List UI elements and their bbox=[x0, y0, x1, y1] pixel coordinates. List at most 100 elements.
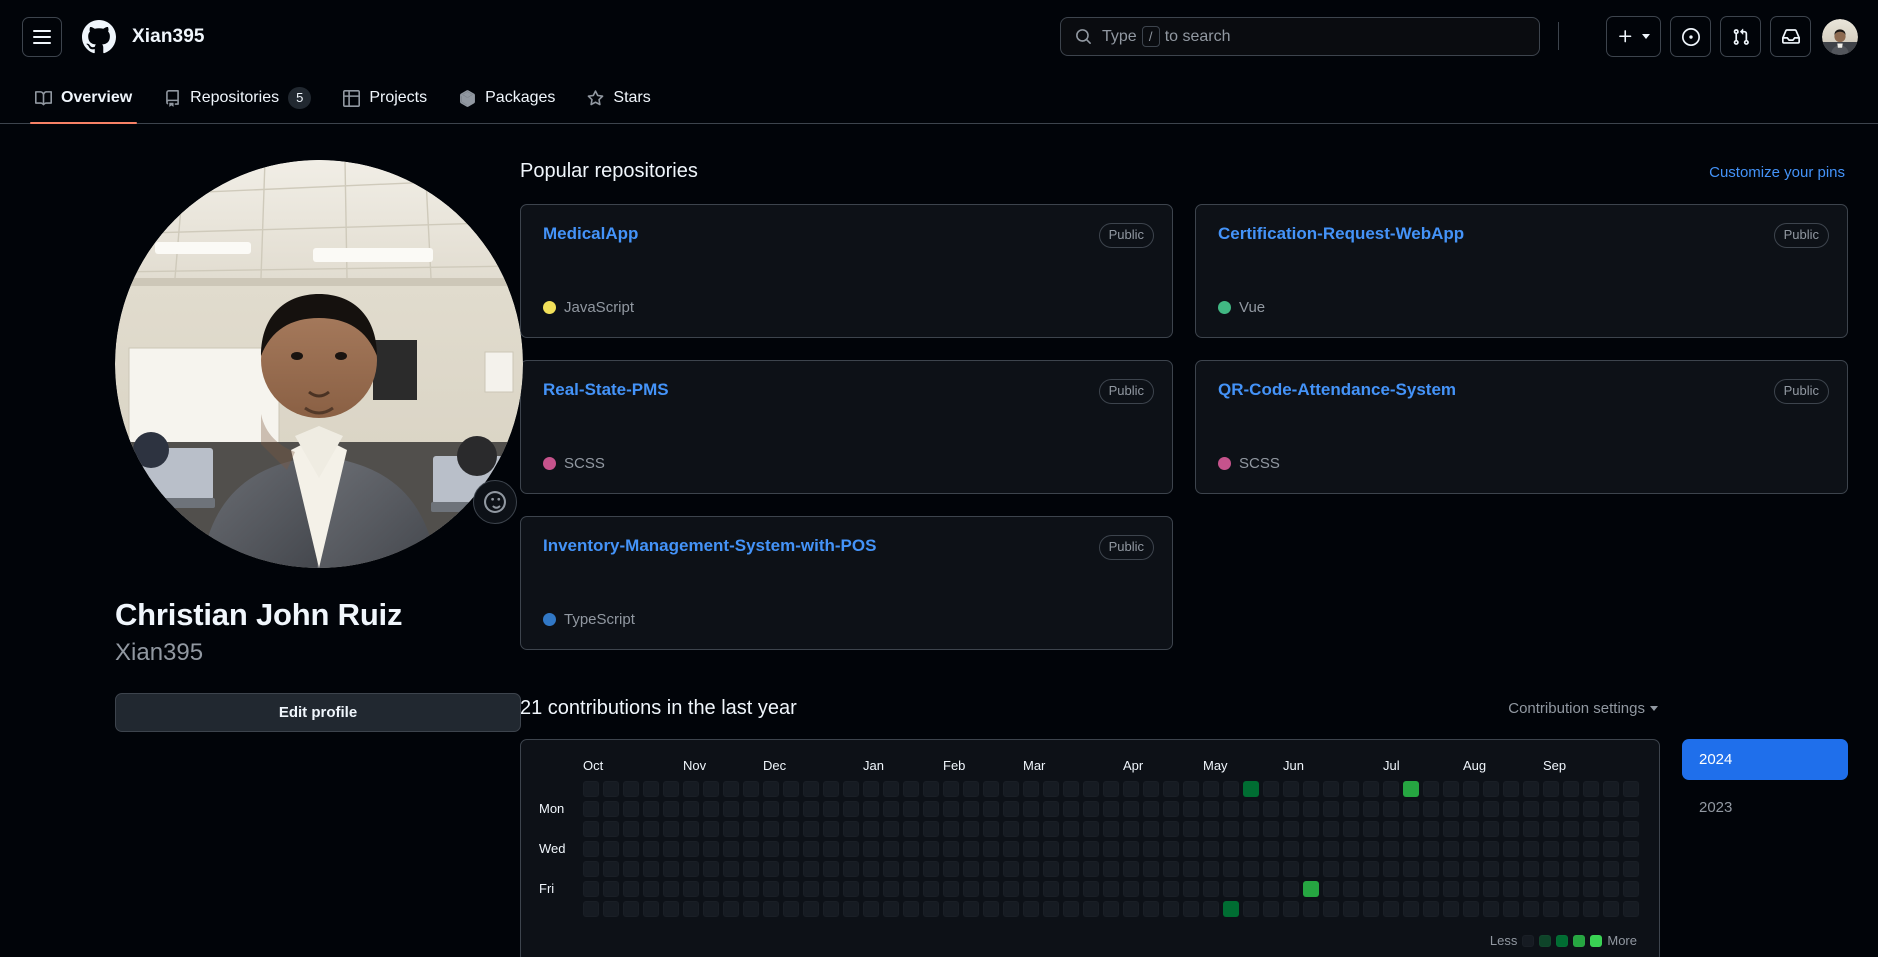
calendar-day-cell[interactable] bbox=[1243, 821, 1259, 837]
calendar-day-cell[interactable] bbox=[763, 821, 779, 837]
calendar-day-cell[interactable] bbox=[1283, 861, 1299, 877]
calendar-day-cell[interactable] bbox=[1183, 841, 1199, 857]
calendar-day-cell[interactable] bbox=[1463, 901, 1479, 917]
calendar-day-cell[interactable] bbox=[963, 801, 979, 817]
repo-name-link[interactable]: MedicalApp bbox=[543, 223, 638, 245]
calendar-day-cell[interactable] bbox=[843, 861, 859, 877]
calendar-day-cell[interactable] bbox=[743, 901, 759, 917]
calendar-day-cell[interactable] bbox=[1283, 801, 1299, 817]
calendar-day-cell[interactable] bbox=[603, 821, 619, 837]
calendar-day-cell[interactable] bbox=[723, 861, 739, 877]
calendar-day-cell[interactable] bbox=[1283, 881, 1299, 897]
calendar-day-cell[interactable] bbox=[1523, 781, 1539, 797]
calendar-day-cell[interactable] bbox=[1063, 781, 1079, 797]
calendar-day-cell[interactable] bbox=[1603, 841, 1619, 857]
calendar-day-cell[interactable] bbox=[1383, 801, 1399, 817]
calendar-day-cell[interactable] bbox=[1063, 821, 1079, 837]
calendar-day-cell[interactable] bbox=[1103, 781, 1119, 797]
calendar-day-cell[interactable] bbox=[1363, 801, 1379, 817]
calendar-day-cell[interactable] bbox=[643, 861, 659, 877]
calendar-day-cell[interactable] bbox=[1083, 821, 1099, 837]
issues-button[interactable] bbox=[1670, 16, 1711, 57]
calendar-day-cell[interactable] bbox=[1503, 841, 1519, 857]
calendar-day-cell[interactable] bbox=[683, 781, 699, 797]
calendar-day-cell[interactable] bbox=[1503, 901, 1519, 917]
calendar-day-cell[interactable] bbox=[1543, 861, 1559, 877]
calendar-day-cell[interactable] bbox=[1043, 841, 1059, 857]
calendar-day-cell[interactable] bbox=[983, 781, 999, 797]
calendar-day-cell[interactable] bbox=[883, 841, 899, 857]
calendar-day-cell[interactable] bbox=[1623, 781, 1639, 797]
calendar-day-cell[interactable] bbox=[1183, 881, 1199, 897]
calendar-day-cell[interactable] bbox=[1603, 901, 1619, 917]
calendar-day-cell[interactable] bbox=[623, 861, 639, 877]
year-item-2024[interactable]: 2024 bbox=[1682, 739, 1848, 780]
calendar-day-cell[interactable] bbox=[683, 821, 699, 837]
calendar-day-cell[interactable] bbox=[1203, 841, 1219, 857]
calendar-day-cell[interactable] bbox=[1423, 821, 1439, 837]
calendar-day-cell[interactable] bbox=[583, 901, 599, 917]
calendar-day-cell[interactable] bbox=[1563, 801, 1579, 817]
calendar-day-cell[interactable] bbox=[983, 881, 999, 897]
calendar-day-cell[interactable] bbox=[1043, 901, 1059, 917]
calendar-day-cell[interactable] bbox=[1623, 861, 1639, 877]
calendar-day-cell[interactable] bbox=[1403, 901, 1419, 917]
calendar-day-cell[interactable] bbox=[1063, 901, 1079, 917]
tab-projects[interactable]: Projects bbox=[330, 73, 440, 123]
calendar-day-cell[interactable] bbox=[803, 821, 819, 837]
calendar-day-cell[interactable] bbox=[1003, 781, 1019, 797]
calendar-day-cell[interactable] bbox=[723, 821, 739, 837]
calendar-day-cell[interactable] bbox=[883, 801, 899, 817]
calendar-day-cell[interactable] bbox=[1003, 861, 1019, 877]
calendar-day-cell[interactable] bbox=[963, 861, 979, 877]
calendar-day-cell[interactable] bbox=[703, 861, 719, 877]
calendar-day-cell[interactable] bbox=[863, 881, 879, 897]
calendar-day-cell[interactable] bbox=[1263, 881, 1279, 897]
calendar-day-cell[interactable] bbox=[1243, 861, 1259, 877]
calendar-day-cell[interactable] bbox=[723, 801, 739, 817]
calendar-day-cell[interactable] bbox=[623, 821, 639, 837]
calendar-day-cell[interactable] bbox=[623, 901, 639, 917]
calendar-day-cell[interactable] bbox=[1583, 901, 1599, 917]
calendar-day-cell[interactable] bbox=[643, 881, 659, 897]
calendar-day-cell[interactable] bbox=[763, 881, 779, 897]
calendar-day-cell[interactable] bbox=[1163, 781, 1179, 797]
calendar-day-cell[interactable] bbox=[1363, 781, 1379, 797]
calendar-day-cell[interactable] bbox=[1263, 841, 1279, 857]
calendar-day-cell[interactable] bbox=[983, 841, 999, 857]
calendar-day-cell[interactable] bbox=[1443, 801, 1459, 817]
avatar[interactable] bbox=[1822, 18, 1858, 55]
calendar-day-cell[interactable] bbox=[823, 881, 839, 897]
calendar-day-cell[interactable] bbox=[1443, 881, 1459, 897]
calendar-day-cell[interactable] bbox=[1143, 821, 1159, 837]
calendar-day-cell[interactable] bbox=[1563, 781, 1579, 797]
calendar-day-cell[interactable] bbox=[1583, 781, 1599, 797]
calendar-day-cell[interactable] bbox=[823, 821, 839, 837]
calendar-day-cell[interactable] bbox=[1463, 821, 1479, 837]
calendar-day-cell[interactable] bbox=[803, 901, 819, 917]
calendar-day-cell[interactable] bbox=[1623, 841, 1639, 857]
calendar-day-cell[interactable] bbox=[683, 861, 699, 877]
calendar-day-cell[interactable] bbox=[783, 901, 799, 917]
calendar-day-cell[interactable] bbox=[583, 781, 599, 797]
github-logo-icon[interactable] bbox=[82, 19, 116, 54]
calendar-day-cell[interactable] bbox=[1423, 841, 1439, 857]
calendar-day-cell[interactable] bbox=[1023, 821, 1039, 837]
calendar-day-cell[interactable] bbox=[783, 841, 799, 857]
calendar-day-cell[interactable] bbox=[823, 861, 839, 877]
calendar-day-cell[interactable] bbox=[1183, 901, 1199, 917]
calendar-day-cell[interactable] bbox=[1463, 841, 1479, 857]
calendar-day-cell[interactable] bbox=[1283, 901, 1299, 917]
calendar-day-cell[interactable] bbox=[1223, 861, 1239, 877]
edit-profile-button[interactable]: Edit profile bbox=[115, 692, 521, 732]
calendar-day-cell[interactable] bbox=[923, 801, 939, 817]
calendar-day-cell[interactable] bbox=[883, 881, 899, 897]
calendar-day-cell[interactable] bbox=[1103, 861, 1119, 877]
calendar-day-cell[interactable] bbox=[1123, 801, 1139, 817]
calendar-day-cell[interactable] bbox=[803, 781, 819, 797]
calendar-day-cell[interactable] bbox=[583, 801, 599, 817]
calendar-day-cell[interactable] bbox=[1583, 861, 1599, 877]
calendar-day-cell[interactable] bbox=[1303, 841, 1319, 857]
calendar-day-cell[interactable] bbox=[903, 781, 919, 797]
calendar-day-cell[interactable] bbox=[1363, 861, 1379, 877]
